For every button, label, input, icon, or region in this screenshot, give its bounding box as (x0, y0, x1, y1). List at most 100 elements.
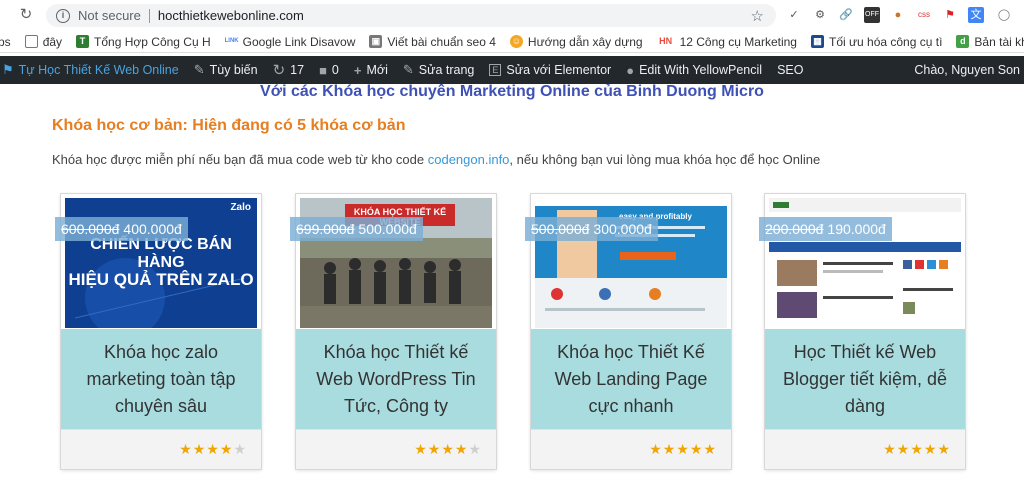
card-footer: ★★★★★ (296, 429, 496, 469)
new-price: 400.000đ (123, 221, 182, 237)
updates-count: 17 (290, 63, 305, 77)
comment-icon: ■ (319, 62, 327, 78)
bookmark-label: Tổng Hợp Công Cụ H (94, 34, 211, 49)
bookmark-star-icon[interactable]: ☆ (751, 7, 764, 25)
course-card[interactable]: KHÓA HỌC THIẾT KẾ WEBSITE 699.000đ500.00… (290, 194, 496, 469)
url-text[interactable]: hocthietkewebonline.com (158, 8, 304, 23)
intro-after: , nếu không bạn vui lòng mua khóa học để… (509, 152, 821, 167)
wp-comments[interactable]: ■ 0 (319, 63, 339, 78)
wp-seo[interactable]: SEO (777, 63, 803, 77)
bookmark-label: Tối ưu hóa công cụ tì (828, 34, 943, 49)
wp-elementor[interactable]: E Sửa với Elementor (489, 63, 611, 77)
info-icon[interactable]: i (56, 8, 70, 23)
bookmark-label: Hướng dẫn xây dựng (527, 34, 643, 49)
rating-stars: ★★★★★ (179, 441, 247, 458)
star-icon: ★ (219, 441, 234, 457)
chat-icon: ☺ (509, 35, 523, 48)
d-icon: d (956, 35, 970, 48)
google-icon: LINK (224, 35, 239, 48)
doc-icon: ▣ (369, 35, 383, 48)
rating-stars: ★★★★★ (883, 441, 951, 458)
star-icon: ★ (233, 441, 247, 457)
updates-icon: ↻ (272, 62, 286, 79)
greeting-label: Chào, Nguyen Son (914, 63, 1020, 77)
old-price: 699.000đ (296, 221, 355, 237)
yellowpencil-icon: ● (626, 62, 635, 78)
star-icon: ★ (703, 441, 717, 457)
cookie-icon[interactable]: ● (890, 7, 906, 23)
intro-before: Khóa học được miễn phí nếu bạn đã mua co… (52, 152, 428, 167)
star-icon: ★ (676, 441, 690, 457)
wp-admin-bar: ⚑ Tự Học Thiết Kế Web Online ✎ Tùy biến … (0, 56, 1024, 84)
star-icon: ★ (689, 441, 704, 457)
home-icon: ⚑ (2, 62, 14, 77)
bookmark-label: Viết bài chuẩn seo 4 (387, 34, 496, 49)
course-card[interactable]: 200.000đ 190.000đ Học Thiết kế Web Blogge… (759, 194, 965, 469)
codengon-link[interactable]: codengon.info (428, 152, 510, 167)
new-label: Mới (366, 63, 388, 77)
customize-label: Tùy biến (209, 63, 258, 77)
price-tag: 699.000đ 500.000đ (290, 217, 423, 241)
old-price: 200.000đ (765, 221, 824, 237)
course-title[interactable]: Khóa học Thiết kế Web WordPress Tin Tức,… (296, 329, 496, 429)
wp-yellowpencil[interactable]: ● Edit With YellowPencil (626, 63, 762, 78)
wp-new[interactable]: + Mới (354, 63, 388, 78)
edit-page-label: Sửa trang (418, 63, 475, 77)
old-price: 500.000đ (531, 221, 590, 237)
yellowpencil-label: Edit With YellowPencil (639, 63, 763, 77)
star-icon: ★ (468, 441, 482, 457)
bookmark-item[interactable]: LINK Google Link Disavow (224, 35, 355, 49)
course-title[interactable]: Học Thiết kế Web Blogger tiết kiệm, dễ d… (765, 329, 965, 429)
wp-customize[interactable]: ✎ Tùy biến (194, 62, 258, 78)
thumb-caption: HIỆU QUẢ TRÊN ZALO (68, 270, 254, 289)
address-bar[interactable]: i Not secure hocthietkewebonline.com ☆ (46, 4, 776, 27)
bookmark-item[interactable]: d Bản tài khoản ahrefs (956, 35, 1024, 49)
bookmark-label: ps (0, 34, 11, 49)
star-icon: ★ (414, 441, 428, 457)
new-price: 300.000đ (593, 221, 652, 237)
bookmark-item[interactable]: ▦ Tối ưu hóa công cụ tì (810, 34, 943, 49)
new-price: 500.000đ (358, 221, 417, 237)
bookmark-item[interactable]: đây (24, 34, 63, 49)
course-card[interactable]: easy and profitably 500.000đ300.000đ Khó… (525, 194, 731, 469)
translate-icon[interactable]: 文 (968, 7, 984, 23)
reload-icon[interactable]: ↻ (18, 7, 34, 23)
link-icon[interactable]: 🔗 (838, 7, 854, 23)
bookmark-label: đây (42, 34, 63, 49)
wp-updates[interactable]: ↻ 17 (273, 61, 304, 79)
zalo-logo: Zalo (230, 202, 251, 213)
star-icon: ★ (192, 441, 207, 457)
bookmark-item[interactable]: ▣ Viết bài chuẩn seo 4 (369, 35, 496, 49)
bookmark-item[interactable]: T Tổng Hợp Công Cụ H (76, 35, 211, 49)
price-tag: 200.000đ 190.000đ (759, 217, 892, 241)
course-title[interactable]: Khóa học Thiết Kế Web Landing Page cực n… (531, 329, 731, 429)
extension-badge-icon[interactable]: ◯ (996, 7, 1012, 23)
elementor-icon: E (489, 64, 502, 76)
thumb-caption: CHIẾN LƯỢC BÁN HÀNG (90, 236, 232, 271)
wp-site-name[interactable]: ⚑ Tự Học Thiết Kế Web Online (2, 62, 179, 78)
old-price: 600.000đ (61, 221, 120, 237)
flag-icon[interactable]: ⚑ (942, 7, 958, 23)
seo-label: SEO (777, 63, 804, 77)
bookmark-item[interactable]: HN 12 Công cụ Marketing (656, 35, 797, 49)
grid-icon: ▦ (810, 35, 824, 48)
gear-icon[interactable]: ⚙ (812, 7, 828, 23)
star-icon: ★ (441, 441, 455, 457)
bookmark-item[interactable]: ps (0, 35, 11, 49)
card-footer: ★★★★★ (765, 429, 965, 469)
check-icon[interactable]: ✓ (786, 7, 802, 23)
course-card[interactable]: Zalo CHIẾN LƯỢC BÁN HÀNG HIỆU QUẢ TRÊN Z… (55, 194, 261, 469)
star-icon: ★ (883, 441, 897, 457)
wp-edit-page[interactable]: ✎ Sửa trang (403, 62, 475, 78)
css-icon[interactable]: css (916, 7, 932, 23)
bookmark-label: Bản tài khoản ahrefs (974, 34, 1024, 49)
bookmark-item[interactable]: ☺ Hướng dẫn xây dựng (509, 34, 643, 49)
course-title[interactable]: Khóa học zalo marketing toàn tập chuyên … (61, 329, 261, 429)
page-icon (24, 35, 38, 48)
off-extension-icon[interactable]: OFF (864, 7, 880, 23)
hn-icon: HN (656, 35, 675, 48)
star-icon: ★ (427, 441, 442, 457)
star-icon: ★ (206, 441, 220, 457)
wp-greeting[interactable]: Chào, Nguyen Son (914, 63, 1020, 77)
tool-icon: T (76, 35, 90, 48)
